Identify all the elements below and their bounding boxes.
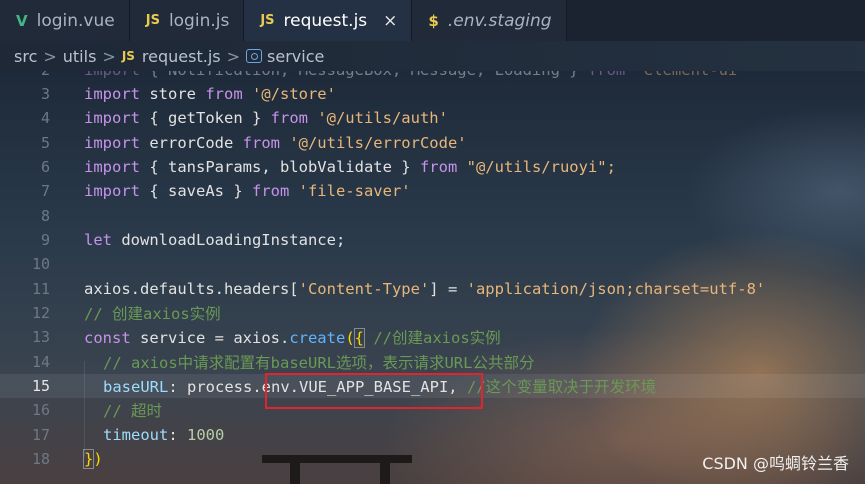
tab-login-js[interactable]: JS login.js bbox=[129, 0, 245, 41]
code-text: import store from '@/store' bbox=[84, 85, 336, 104]
code-line[interactable]: 6 import { tansParams, blobValidate } fr… bbox=[0, 155, 865, 179]
line-number: 2 bbox=[0, 71, 50, 79]
code-text: import errorCode from '@/utils/errorCode… bbox=[84, 134, 467, 153]
code-text: let downloadLoadingInstance; bbox=[84, 231, 346, 250]
symbol-variable-icon bbox=[246, 49, 263, 63]
breadcrumb-item-src[interactable]: src bbox=[14, 47, 37, 66]
line-number: 11 bbox=[31, 280, 50, 299]
code-text: import { Notification, MessageBox, Messa… bbox=[84, 71, 747, 79]
line-number: 7 bbox=[40, 182, 50, 201]
line-number: 8 bbox=[40, 207, 50, 226]
js-file-icon: JS bbox=[145, 13, 160, 28]
close-icon[interactable]: × bbox=[383, 11, 397, 31]
code-text: import { tansParams, blobValidate } from… bbox=[84, 158, 616, 177]
tab-request-js[interactable]: JS request.js × bbox=[244, 0, 413, 41]
editor-tab-bar: V login.vue JS login.js JS request.js × … bbox=[0, 0, 865, 41]
breadcrumb-item-symbol[interactable]: service bbox=[267, 47, 324, 66]
tab-login-vue[interactable]: V login.vue bbox=[0, 0, 130, 41]
line-number: 6 bbox=[40, 158, 50, 177]
line-number: 12 bbox=[31, 304, 50, 323]
code-line[interactable]: 7 import { saveAs } from 'file-saver' bbox=[0, 179, 865, 203]
code-line[interactable]: 3 import store from '@/store' bbox=[0, 82, 865, 106]
code-line[interactable]: 10 bbox=[0, 252, 865, 276]
code-comment: // 创建axios实例 bbox=[84, 305, 221, 324]
code-line[interactable]: 8 bbox=[0, 204, 865, 228]
tab-label: request.js bbox=[283, 10, 368, 31]
code-comment: // 超时 bbox=[103, 402, 162, 421]
line-number: 9 bbox=[40, 231, 50, 250]
line-number: 18 bbox=[31, 450, 50, 469]
line-number: 14 bbox=[31, 353, 50, 372]
env-file-icon: $ bbox=[428, 11, 439, 30]
breadcrumb-item-utils[interactable]: utils bbox=[63, 47, 97, 66]
code-line[interactable]: 2 import { Notification, MessageBox, Mes… bbox=[0, 71, 865, 82]
chevron-right-icon: > bbox=[102, 46, 116, 66]
chevron-right-icon: > bbox=[226, 46, 241, 66]
line-number: 5 bbox=[40, 134, 50, 153]
code-text: axios.defaults.headers['Content-Type'] =… bbox=[84, 280, 766, 299]
tab-env-staging[interactable]: $ .env.staging bbox=[412, 0, 567, 41]
js-file-icon: JS bbox=[260, 13, 275, 28]
code-line[interactable]: 9 let downloadLoadingInstance; bbox=[0, 228, 865, 252]
line-number: 13 bbox=[31, 328, 50, 347]
line-number: 4 bbox=[40, 109, 50, 128]
tab-label: .env.staging bbox=[447, 10, 552, 31]
code-text: import { getToken } from '@/utils/auth' bbox=[84, 109, 448, 128]
code-text: timeout: 1000 bbox=[103, 426, 225, 445]
code-text: }) bbox=[82, 449, 103, 470]
code-text: const service = axios.create({ //创建axios… bbox=[84, 328, 501, 349]
line-number: 16 bbox=[31, 401, 50, 420]
code-line[interactable]: 14 // axios中请求配置有baseURL选项，表示请求URL公共部分 bbox=[0, 350, 865, 374]
line-number: 17 bbox=[31, 426, 50, 445]
code-line[interactable]: 5 import errorCode from '@/utils/errorCo… bbox=[0, 131, 865, 155]
code-comment: // axios中请求配置有baseURL选项，表示请求URL公共部分 bbox=[103, 354, 535, 373]
line-number: 10 bbox=[31, 255, 50, 274]
code-line[interactable]: 4 import { getToken } from '@/utils/auth… bbox=[0, 106, 865, 130]
code-text: import { saveAs } from 'file-saver' bbox=[84, 182, 411, 201]
tab-bar-empty-area bbox=[566, 0, 865, 41]
line-number: 3 bbox=[40, 85, 50, 104]
vue-file-icon: V bbox=[16, 11, 28, 30]
breadcrumb-item-file[interactable]: request.js bbox=[142, 47, 221, 66]
code-line[interactable]: 13 const service = axios.create({ //创建ax… bbox=[0, 325, 865, 349]
annotation-highlight-box bbox=[265, 373, 483, 409]
code-line[interactable]: 12 // 创建axios实例 bbox=[0, 301, 865, 325]
code-line[interactable]: 11 axios.defaults.headers['Content-Type'… bbox=[0, 277, 865, 301]
line-number: 15 bbox=[31, 377, 50, 396]
code-editor[interactable]: 2 import { Notification, MessageBox, Mes… bbox=[0, 71, 865, 484]
code-line[interactable]: 17 timeout: 1000 bbox=[0, 423, 865, 447]
js-file-icon: JS bbox=[121, 49, 135, 63]
csdn-watermark: CSDN @呜蜩铃兰香 bbox=[702, 454, 849, 473]
chevron-right-icon: > bbox=[43, 46, 57, 66]
tab-label: login.vue bbox=[36, 10, 115, 31]
breadcrumb: src > utils > JS request.js > service bbox=[0, 41, 865, 71]
tab-label: login.js bbox=[168, 10, 230, 31]
